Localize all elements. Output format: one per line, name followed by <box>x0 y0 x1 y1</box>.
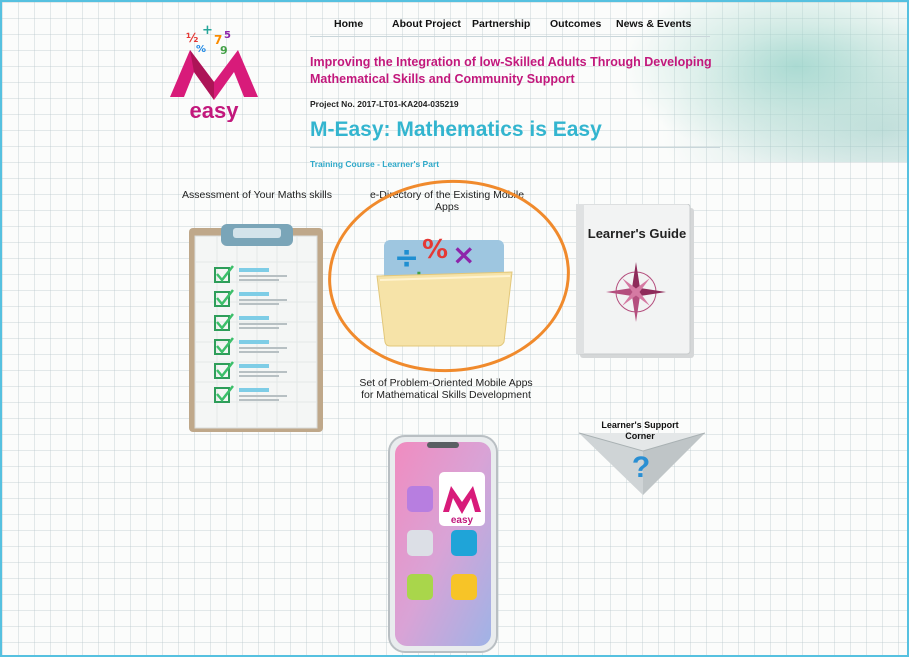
training-course-label: Training Course - Learner's Part <box>310 159 440 169</box>
m-easy-logo[interactable]: ½ + 7 5 % 9 easy <box>164 22 264 122</box>
support-corner-caption[interactable]: Learner's Support Corner <box>594 420 686 442</box>
logo-word: easy <box>190 98 240 122</box>
nav-about-project[interactable]: About Project <box>392 18 461 30</box>
nav-news-events[interactable]: News & Events <box>616 18 691 30</box>
nav-outcomes[interactable]: Outcomes <box>550 18 601 30</box>
svg-text:easy: easy <box>451 515 474 526</box>
page-title: M-Easy: Mathematics is Easy <box>310 118 602 141</box>
question-mark: ? <box>632 451 650 484</box>
top-navigation: Home About Project Partnership Outcomes … <box>310 16 710 37</box>
learners-guide-title[interactable]: Learner's Guide <box>582 226 692 241</box>
mobile-phone-icon[interactable]: easy <box>387 434 499 654</box>
highlight-circle <box>321 171 577 381</box>
assessment-caption[interactable]: Assessment of Your Maths skills <box>182 189 332 201</box>
svg-text:%: % <box>196 44 206 55</box>
svg-text:+: + <box>202 23 213 38</box>
svg-text:5: 5 <box>224 30 231 41</box>
page-frame: ½ + 7 5 % 9 easy Home About Project Part… <box>0 0 909 657</box>
assessment-clipboard-icon[interactable] <box>187 222 327 434</box>
svg-text:9: 9 <box>220 44 228 57</box>
svg-text:½: ½ <box>186 31 198 45</box>
apps-set-caption[interactable]: Set of Problem-Oriented Mobile Apps for … <box>358 377 534 401</box>
project-number: Project No. 2017-LT01-KA204-035219 <box>310 99 459 109</box>
title-divider <box>310 147 720 148</box>
nav-home[interactable]: Home <box>334 18 363 30</box>
nav-partnership[interactable]: Partnership <box>472 18 530 30</box>
project-headline: Improving the Integration of low-Skilled… <box>310 55 712 86</box>
